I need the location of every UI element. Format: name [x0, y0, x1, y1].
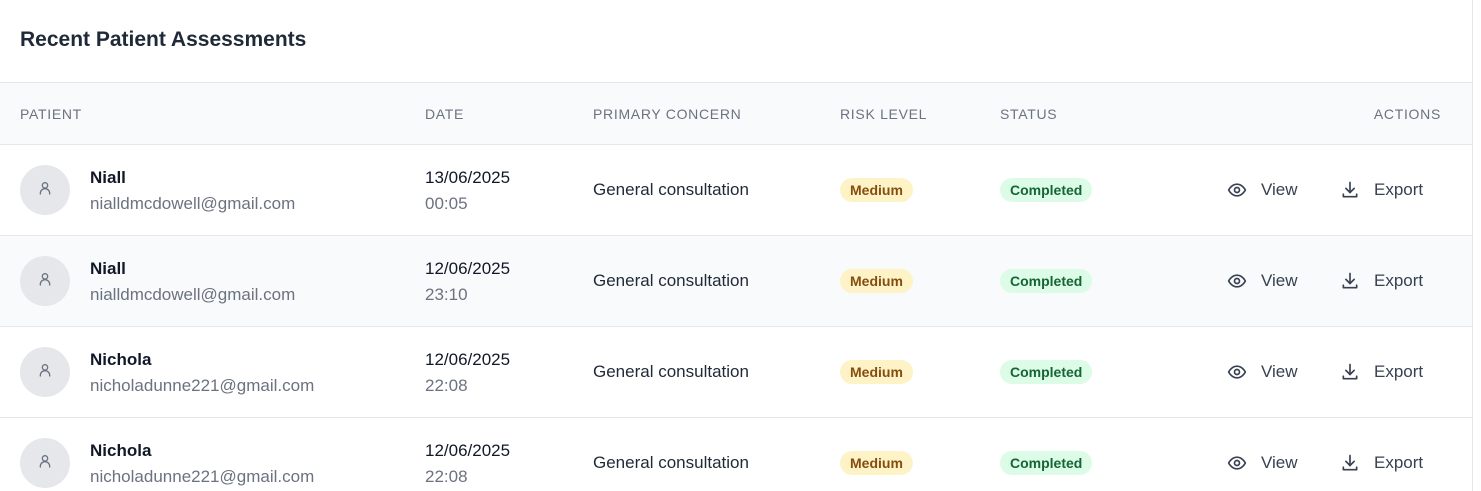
status-badge: Completed — [1000, 178, 1093, 202]
table-row: Nichola nicholadunne221@gmail.com 12/06/… — [0, 327, 1472, 418]
download-icon — [1340, 271, 1360, 291]
risk-cell: Medium — [840, 418, 913, 491]
assessment-time: 22:08 — [425, 376, 468, 395]
user-icon — [37, 362, 53, 383]
view-button[interactable]: View — [1227, 145, 1298, 235]
status-badge: Completed — [1000, 360, 1093, 384]
risk-badge: Medium — [840, 451, 913, 475]
patient-name: Niall — [90, 259, 126, 278]
risk-cell: Medium — [840, 145, 913, 235]
assessment-time: 23:10 — [425, 285, 468, 304]
assessment-time: 00:05 — [425, 194, 468, 213]
risk-badge: Medium — [840, 269, 913, 293]
patient-email: nicholadunne221@gmail.com — [90, 467, 315, 486]
risk-cell: Medium — [840, 236, 913, 326]
risk-cell: Medium — [840, 327, 913, 417]
status-cell: Completed — [1000, 236, 1093, 326]
patient-email: nialldmcdowell@gmail.com — [90, 285, 296, 304]
eye-icon — [1227, 180, 1247, 200]
status-badge: Completed — [1000, 451, 1093, 475]
view-label: View — [1261, 271, 1298, 290]
assessments-panel: Recent Patient Assessments Patient Date … — [0, 0, 1473, 491]
primary-concern: General consultation — [593, 362, 749, 381]
user-icon — [37, 271, 53, 292]
export-label: Export — [1374, 362, 1424, 381]
panel-title: Recent Patient Assessments — [20, 28, 307, 51]
table-row: Nichola nicholadunne221@gmail.com 12/06/… — [0, 418, 1472, 491]
export-label: Export — [1374, 453, 1424, 472]
column-header-status: Status — [1000, 105, 1058, 122]
assessment-date: 12/06/2025 — [425, 441, 511, 460]
assessment-time: 22:08 — [425, 467, 468, 486]
assessment-date: 12/06/2025 — [425, 259, 511, 278]
table-row: Niall nialldmcdowell@gmail.com 13/06/202… — [0, 145, 1472, 236]
download-icon — [1340, 362, 1360, 382]
status-cell: Completed — [1000, 418, 1093, 491]
column-header-date: Date — [425, 105, 465, 122]
assessment-date: 12/06/2025 — [425, 350, 511, 369]
view-label: View — [1261, 180, 1298, 199]
avatar — [20, 165, 70, 215]
patient-name: Niall — [90, 168, 126, 187]
view-button[interactable]: View — [1227, 327, 1298, 417]
avatar — [20, 256, 70, 306]
view-button[interactable]: View — [1227, 418, 1298, 491]
column-header-risk: Risk Level — [840, 105, 928, 122]
patient-name: Nichola — [90, 441, 152, 460]
eye-icon — [1227, 362, 1247, 382]
column-header-concern: Primary Concern — [593, 105, 742, 122]
view-label: View — [1261, 362, 1298, 381]
download-icon — [1340, 453, 1360, 473]
patient-name: Nichola — [90, 350, 152, 369]
avatar — [20, 438, 70, 488]
risk-badge: Medium — [840, 360, 913, 384]
export-label: Export — [1374, 180, 1424, 199]
status-cell: Completed — [1000, 327, 1093, 417]
view-button[interactable]: View — [1227, 236, 1298, 326]
patient-email: nicholadunne221@gmail.com — [90, 376, 315, 395]
status-cell: Completed — [1000, 145, 1093, 235]
export-label: Export — [1374, 271, 1424, 290]
export-button[interactable]: Export — [1340, 145, 1423, 235]
risk-badge: Medium — [840, 178, 913, 202]
assessment-date: 13/06/2025 — [425, 168, 511, 187]
user-icon — [37, 453, 53, 474]
column-header-patient: Patient — [20, 105, 82, 122]
export-button[interactable]: Export — [1340, 418, 1423, 491]
export-button[interactable]: Export — [1340, 327, 1423, 417]
table-row: Niall nialldmcdowell@gmail.com 12/06/202… — [0, 236, 1472, 327]
panel-header: Recent Patient Assessments — [0, 0, 1472, 83]
table-body: Niall nialldmcdowell@gmail.com 13/06/202… — [0, 145, 1472, 491]
export-button[interactable]: Export — [1340, 236, 1423, 326]
table-header: Patient Date Primary Concern Risk Level … — [0, 83, 1472, 145]
eye-icon — [1227, 453, 1247, 473]
primary-concern: General consultation — [593, 453, 749, 472]
primary-concern: General consultation — [593, 271, 749, 290]
primary-concern: General consultation — [593, 180, 749, 199]
user-icon — [37, 180, 53, 201]
eye-icon — [1227, 271, 1247, 291]
view-label: View — [1261, 453, 1298, 472]
status-badge: Completed — [1000, 269, 1093, 293]
column-header-actions: Actions — [1373, 105, 1441, 122]
download-icon — [1340, 180, 1360, 200]
avatar — [20, 347, 70, 397]
patient-email: nialldmcdowell@gmail.com — [90, 194, 296, 213]
